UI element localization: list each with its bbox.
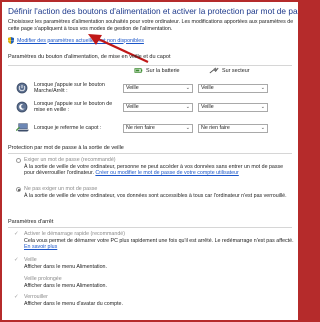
sleep-menu-checkbox[interactable]: ✓: [14, 257, 19, 263]
page-title: Définir l'action des boutons d'alimentat…: [8, 6, 298, 16]
lock-menu-label: Verrouiller: [24, 294, 48, 300]
laptop-lid-icon: [16, 123, 30, 132]
lid-close-battery-select[interactable]: Ne rien faire ⌄: [123, 124, 193, 133]
no-password-radio[interactable]: [16, 187, 21, 192]
power-buttons-section-title: Paramètres du bouton d'alimentation, de …: [8, 54, 171, 60]
hibernate-menu-label: Veille prolongée: [24, 276, 62, 282]
sleep-button-row-label: Lorsque j'appuie sur le bouton de mise e…: [34, 101, 113, 114]
intro-text: Choisissez les paramètres d'alimentation…: [8, 19, 294, 32]
battery-column-label: Sur la batterie: [146, 67, 180, 74]
sleep-button-plugged-select[interactable]: Veille ⌄: [198, 103, 268, 112]
require-password-label: Exiger un mot de passe (recommandé): [24, 157, 116, 163]
password-section-title: Protection par mot de passe à la sortie …: [8, 145, 124, 151]
section-divider: [8, 227, 292, 228]
chevron-down-icon: ⌄: [260, 104, 265, 110]
sleep-button-battery-select[interactable]: Veille ⌄: [123, 103, 193, 112]
power-icon: [16, 82, 28, 94]
sleep-menu-label: Veille: [24, 257, 37, 263]
annotation-arrow: [88, 34, 149, 63]
chevron-down-icon: ⌄: [260, 85, 265, 91]
power-button-row-label: Lorsque j'appuie sur le bouton Marche/Ar…: [34, 82, 105, 95]
power-button-battery-select[interactable]: Veille ⌄: [123, 84, 193, 93]
chevron-down-icon: ⌄: [185, 104, 190, 110]
chevron-down-icon: ⌄: [185, 85, 190, 91]
control-panel-window: Définir l'action des boutons d'alimentat…: [2, 2, 298, 320]
sleep-icon: [16, 101, 28, 113]
fast-startup-label: Activer le démarrage rapide (recommandé): [24, 231, 125, 237]
lid-close-plugged-select[interactable]: Ne rien faire ⌄: [198, 124, 268, 133]
chevron-down-icon: ⌄: [260, 125, 265, 131]
require-password-description: À la sortie de veille de votre ordinateu…: [24, 164, 284, 177]
chevron-down-icon: ⌄: [185, 125, 190, 131]
create-password-link[interactable]: Créer ou modifier le mot de passe de vot…: [95, 170, 238, 176]
lock-menu-description: Afficher dans le menu d'avatar du compte…: [24, 301, 123, 307]
no-password-description: À la sortie de veille de votre ordinateu…: [24, 193, 287, 199]
lock-menu-checkbox[interactable]: ✓: [14, 294, 19, 300]
section-divider: [8, 153, 292, 154]
battery-icon: [134, 68, 143, 73]
uac-shield-icon: [8, 37, 14, 44]
sleep-menu-description: Afficher dans le menu Alimentation.: [24, 264, 107, 270]
hibernate-menu-description: Afficher dans le menu Alimentation.: [24, 283, 107, 289]
plugged-column-label: Sur secteur: [222, 67, 250, 74]
power-button-plugged-select[interactable]: Veille ⌄: [198, 84, 268, 93]
plugged-column-header: Sur secteur: [209, 66, 250, 75]
shutdown-section-title: Paramètres d'arrêt: [8, 219, 54, 225]
require-password-radio[interactable]: [16, 158, 21, 163]
power-plug-icon: [209, 67, 219, 74]
fast-startup-checkbox[interactable]: ✓: [14, 231, 19, 237]
fast-startup-description: Cela vous permet de démarrer votre PC pl…: [24, 238, 294, 251]
battery-column-header: Sur la batterie: [134, 66, 180, 75]
hibernate-menu-checkbox[interactable]: [14, 277, 19, 282]
lid-close-row-label: Lorsque je referme le capot :: [34, 125, 102, 131]
learn-more-link[interactable]: En savoir plus: [24, 244, 57, 250]
no-password-label: Ne pas exiger un mot de passe: [24, 186, 98, 192]
